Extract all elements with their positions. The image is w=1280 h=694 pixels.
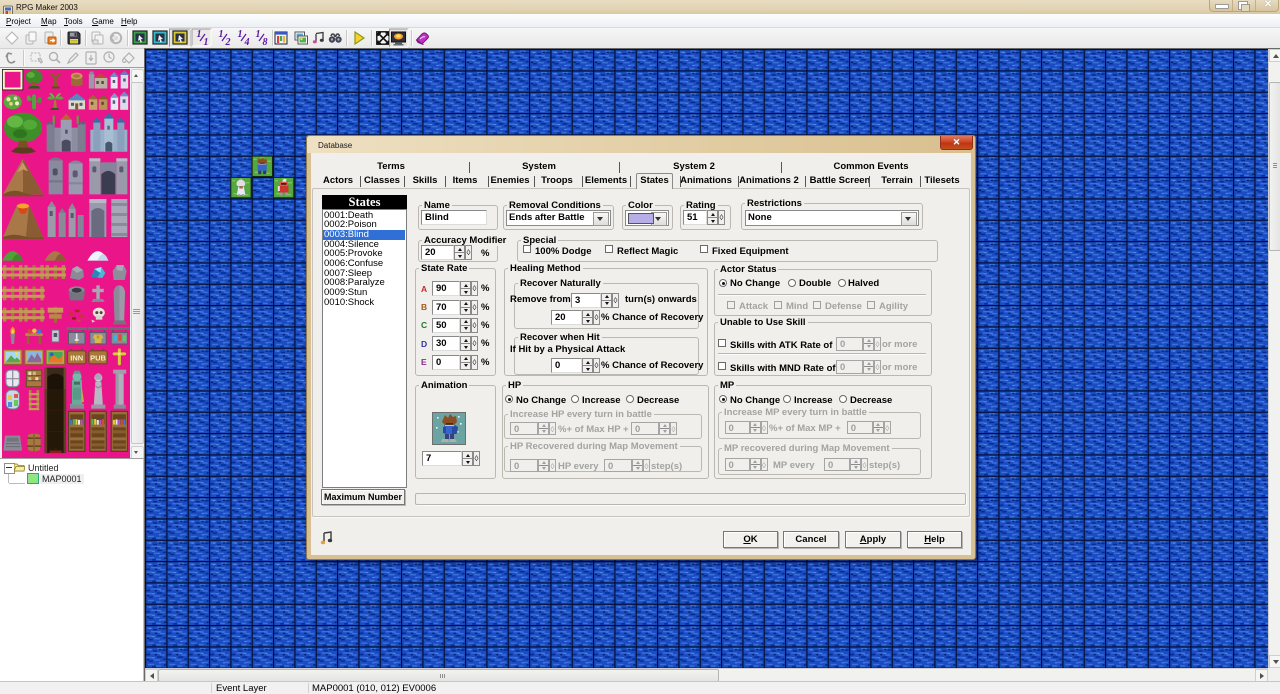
svg-text:PUB: PUB xyxy=(90,353,106,362)
svg-text:1: 1 xyxy=(256,29,261,40)
svg-text:8: 8 xyxy=(263,37,268,48)
svg-text:1: 1 xyxy=(204,37,209,48)
svg-text:1: 1 xyxy=(219,29,224,40)
svg-text:1: 1 xyxy=(238,29,243,40)
svg-text:1: 1 xyxy=(197,29,202,40)
svg-text:INN: INN xyxy=(70,353,83,362)
svg-text:2: 2 xyxy=(225,37,231,48)
svg-text:4: 4 xyxy=(244,37,250,48)
